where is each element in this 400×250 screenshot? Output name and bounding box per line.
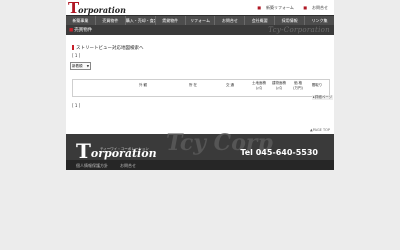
street-view-link[interactable]: ストリートビュー対応地図検索へ xyxy=(72,45,144,51)
footer-tel: Tel 045-640-5530 xyxy=(240,148,318,157)
nav-item-new-build[interactable]: 新築事業 xyxy=(66,16,96,25)
page-top-link[interactable]: ▲PAGE TOP xyxy=(310,128,330,132)
square-icon: ■ xyxy=(69,28,74,33)
sort-select[interactable]: 新着順 ▼ xyxy=(70,62,91,70)
nav-item-contact[interactable]: お問合せ xyxy=(215,16,246,25)
header-layout: 間取り xyxy=(311,83,323,87)
footer-logo-sub: ティーワイ・コーポレーション xyxy=(100,147,149,151)
chevron-down-icon: ▼ xyxy=(86,64,89,68)
nav-item-reform[interactable]: リフォーム xyxy=(186,16,216,25)
top-links: ■ 新築リフォーム ■ お問合せ xyxy=(249,5,328,11)
footer-logo-letter: T xyxy=(76,139,91,163)
listing-table: 外 観 所 在 交 通 土地面積 (㎡) 建物面積 (㎡) 価 格 (万円) 間… xyxy=(72,79,330,97)
nav-item-rental[interactable]: 賃貸物件 xyxy=(156,16,186,25)
result-count-bottom: [ 1 ] xyxy=(72,103,81,108)
page-title: ■売買物件 xyxy=(69,28,93,33)
result-count-top: [ 1 ] xyxy=(72,53,81,58)
header-location: 所 在 xyxy=(188,83,198,87)
page-header: ■売買物件 Tcy-Corporation xyxy=(66,25,334,35)
header-land-area: 土地面積 (㎡) xyxy=(252,81,266,90)
bullet-icon: ■ xyxy=(303,5,307,10)
site-logo[interactable]: T orporation xyxy=(68,1,126,16)
detail-page-button[interactable]: ▸詳細ページ xyxy=(312,95,334,100)
header-price: 価 格 (万円) xyxy=(293,81,303,90)
nav-item-company[interactable]: 会社概要 xyxy=(245,16,276,25)
header-building-area: 建物面積 (㎡) xyxy=(272,81,286,90)
nav-item-links[interactable]: リンク集 xyxy=(305,16,334,25)
logo-text: orporation xyxy=(78,5,126,15)
red-bar-icon xyxy=(72,45,74,50)
bullet-icon: ■ xyxy=(257,5,262,10)
top-link-contact[interactable]: ■ お問合せ xyxy=(299,5,328,10)
nav-item-recruit[interactable]: 採用情報 xyxy=(275,16,306,25)
footer-link-privacy[interactable]: 個人情報保護方針 xyxy=(76,163,108,169)
header-transport: 交 通 xyxy=(225,83,235,87)
top-link-reform[interactable]: ■ 新築リフォーム xyxy=(253,5,294,10)
nav-item-sale[interactable]: 売買物件 xyxy=(96,16,126,25)
header-watermark: Tcy-Corporation xyxy=(268,26,330,34)
footer-bar: 個人情報保護方針 お問合せ xyxy=(66,160,334,170)
footer-link-contact[interactable]: お問合せ xyxy=(120,163,136,169)
header-exterior: 外 観 xyxy=(138,83,148,87)
nav-item-buy-sell[interactable]: 購入・売却・査定 xyxy=(126,16,156,25)
